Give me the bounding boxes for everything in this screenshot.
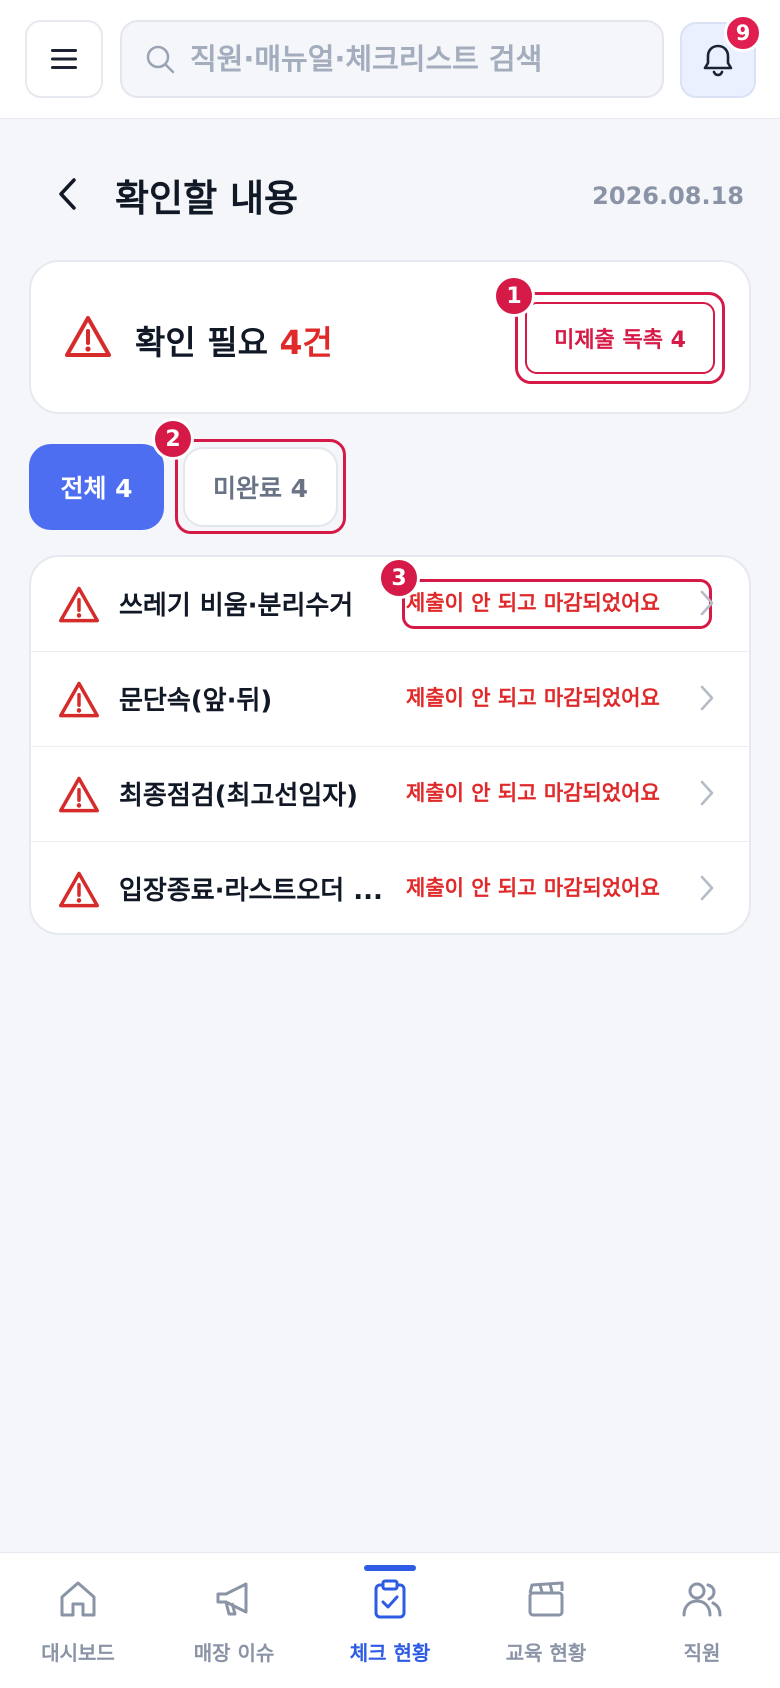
annotation-highlight-1: 미제출 독촉 4 — [515, 292, 725, 384]
item-status: 제출이 안 되고 마감되었어요 — [406, 686, 660, 710]
page-header: 확인할 내용 2026.08.18 — [0, 160, 780, 230]
nav-label: 대시보드 — [41, 1641, 115, 1665]
nav-staff[interactable]: 직원 — [624, 1553, 780, 1688]
summary-label: 확인 필요 4건 — [135, 316, 333, 364]
item-title: 쓰레기 비움·분리수거 — [119, 591, 354, 621]
nav-label: 매장 이슈 — [193, 1641, 275, 1665]
issue-list: 쓰레기 비움·분리수거 제출이 안 되고 마감되었어요 문단속(앞·뒤) 제출이… — [29, 555, 751, 935]
item-title: 문단속(앞·뒤) — [119, 686, 273, 716]
page-title: 확인할 내용 — [115, 177, 299, 220]
summary-count: 4건 — [279, 323, 333, 362]
page-date: 2026.08.18 — [592, 182, 744, 210]
item-status: 제출이 안 되고 마감되었어요 — [406, 781, 660, 805]
tab-incomplete[interactable]: 미완료 4 — [183, 447, 338, 527]
warning-icon — [59, 776, 99, 813]
annotation-marker-3: 3 — [378, 557, 420, 599]
top-bar: 9 — [0, 0, 780, 119]
users-icon — [682, 1582, 722, 1617]
annotation-highlight-2: 미완료 4 — [175, 439, 346, 534]
nav-check-status[interactable]: 체크 현황 — [312, 1553, 468, 1688]
nav-store-issues[interactable]: 매장 이슈 — [156, 1553, 312, 1688]
item-status: 제출이 안 되고 마감되었어요 — [406, 876, 660, 900]
back-button[interactable] — [48, 174, 88, 214]
hamburger-icon — [51, 49, 77, 69]
nav-label: 직원 — [683, 1641, 721, 1665]
clapperboard-icon — [528, 1581, 564, 1617]
nav-dashboard[interactable]: 대시보드 — [0, 1553, 156, 1688]
item-title: 최종점검(최고선임자) — [119, 781, 359, 811]
home-icon — [60, 1581, 96, 1617]
nav-label: 체크 현황 — [349, 1641, 431, 1665]
search-input[interactable] — [190, 42, 640, 76]
item-title: 입장종료·라스트오더 ... — [119, 876, 383, 906]
menu-button[interactable] — [25, 20, 103, 98]
search-icon — [146, 45, 175, 74]
warning-icon — [65, 316, 111, 357]
list-item[interactable]: 입장종료·라스트오더 ... 제출이 안 되고 마감되었어요 — [31, 842, 749, 933]
chevron-right-icon — [700, 875, 714, 901]
list-item[interactable]: 최종점검(최고선임자) 제출이 안 되고 마감되었어요 — [31, 747, 749, 842]
annotation-marker-1: 1 — [493, 275, 535, 317]
tab-all[interactable]: 전체 4 — [29, 444, 164, 530]
clipboard-check-icon — [374, 1579, 406, 1619]
chevron-right-icon — [700, 685, 714, 711]
chevron-right-icon — [700, 590, 714, 616]
nav-label: 교육 현황 — [505, 1641, 587, 1665]
warning-icon — [59, 871, 99, 908]
warning-icon — [59, 586, 99, 623]
item-status: 제출이 안 되고 마감되었어요 — [406, 591, 660, 615]
chevron-right-icon — [700, 780, 714, 806]
chevron-left-icon — [59, 178, 76, 210]
list-item[interactable]: 문단속(앞·뒤) 제출이 안 되고 마감되었어요 — [31, 652, 749, 747]
summary-card: 확인 필요 4건 미제출 독촉 4 1 — [29, 260, 751, 414]
nav-training-status[interactable]: 교육 현황 — [468, 1553, 624, 1688]
summary-label-text: 확인 필요 — [135, 323, 268, 362]
megaphone-icon — [216, 1582, 248, 1616]
search-bar[interactable] — [120, 20, 664, 98]
warning-icon — [59, 681, 99, 718]
notification-badge: 9 — [724, 14, 762, 52]
annotation-marker-2: 2 — [152, 418, 194, 460]
nudge-button[interactable]: 미제출 독촉 4 — [525, 302, 715, 374]
bottom-nav: 대시보드 매장 이슈 체크 현황 교육 현황 직원 — [0, 1552, 780, 1688]
